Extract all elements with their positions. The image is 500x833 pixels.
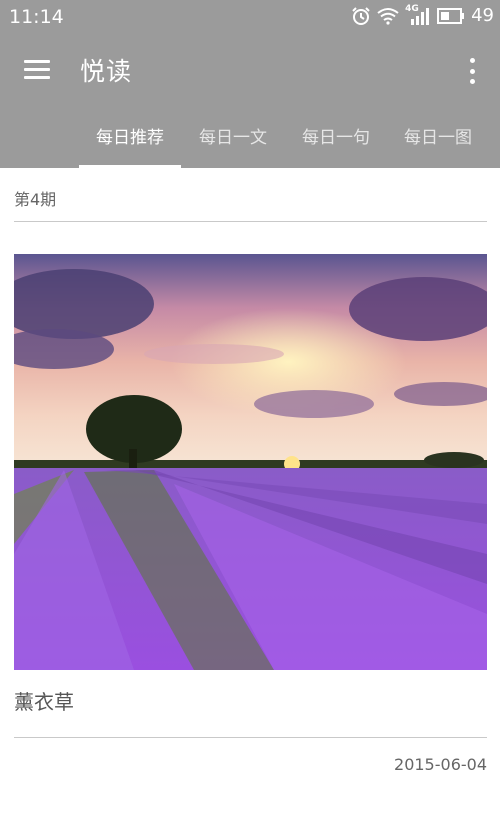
publish-date: 2015-06-04 — [394, 755, 487, 774]
wifi-icon — [377, 7, 399, 25]
battery-level: 49 — [471, 5, 494, 26]
tab-daily-sentence[interactable]: 每日一句 — [289, 114, 383, 168]
image-caption: 薰衣草 — [14, 690, 74, 714]
issue-number: 第4期 — [14, 190, 57, 209]
tab-daily-article[interactable]: 每日一文 — [186, 114, 280, 168]
divider — [14, 221, 487, 222]
app-bar: 悦读 每日推荐 每日一文 每日一句 每日一图 — [0, 34, 500, 168]
app-title: 悦读 — [80, 57, 133, 86]
tab-daily-recommend[interactable]: 每日推荐 — [79, 114, 181, 168]
battery-icon — [437, 7, 465, 24]
lavender-field-image[interactable] — [14, 254, 487, 670]
hamburger-menu-icon[interactable] — [24, 60, 50, 80]
status-bar: 11:14 4G 49 — [0, 0, 500, 34]
overflow-menu-icon[interactable] — [468, 58, 476, 84]
alarm-icon — [352, 6, 370, 25]
status-time: 11:14 — [9, 6, 64, 28]
tab-bar: 每日推荐 每日一文 每日一句 每日一图 — [0, 114, 500, 168]
divider — [14, 737, 487, 738]
signal-icon: 4G — [405, 4, 431, 26]
status-icons: 4G 49 — [351, 4, 494, 26]
tab-daily-picture[interactable]: 每日一图 — [391, 114, 485, 168]
